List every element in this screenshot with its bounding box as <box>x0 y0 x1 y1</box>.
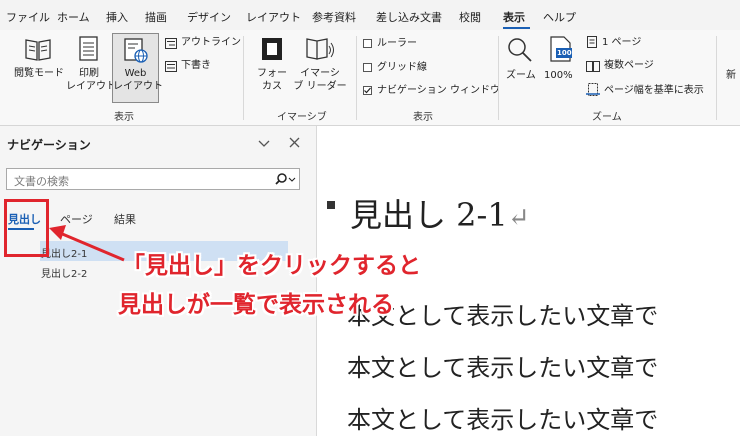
annotation-line-2: 見出しが一覧で表示される <box>118 292 394 318</box>
arrow-icon <box>49 225 125 262</box>
annotation-line-1: 「見出し」をクリックすると <box>122 253 421 279</box>
